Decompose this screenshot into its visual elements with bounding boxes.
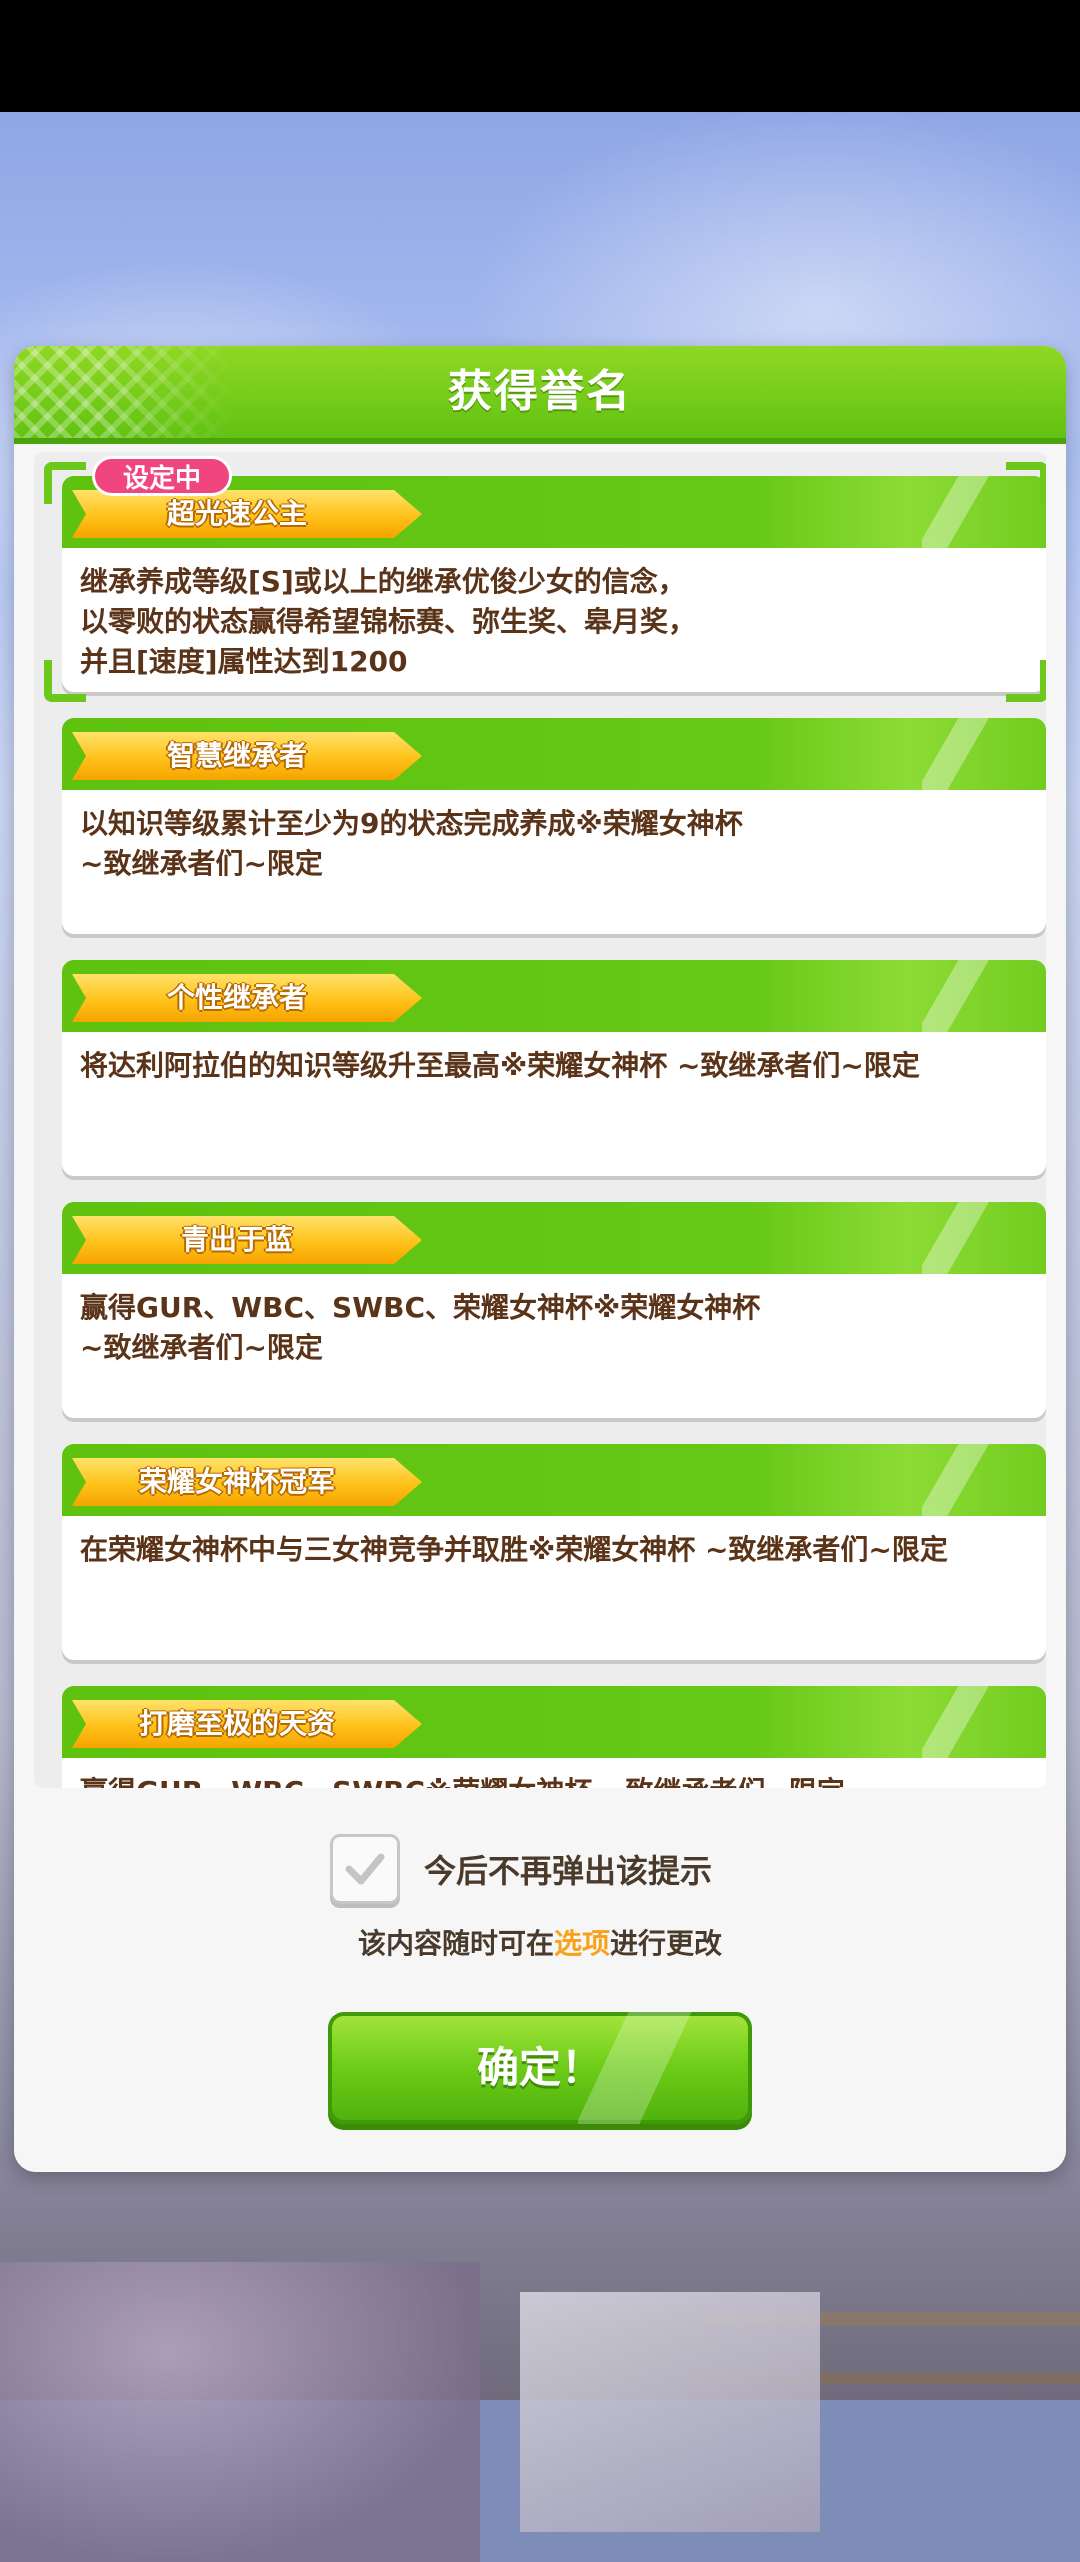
title-description: 将达利阿拉伯的知识等级升至最高※荣耀女神杯 ~致继承者们~限定 bbox=[80, 1049, 920, 1082]
title-description: 在荣耀女神杯中与三女神竞争并取胜※荣耀女神杯 ~致继承者们~限定 bbox=[80, 1533, 948, 1566]
settings-hint: 该内容随时可在选项进行更改 bbox=[14, 1922, 1066, 1962]
dont-show-again-row[interactable]: 今后不再弹出该提示 bbox=[330, 1832, 712, 1906]
title-list[interactable]: 超光速公主 继承养成等级[S]或以上的继承优俊少女的信念， 以零败的状态赢得希望… bbox=[34, 452, 1046, 1788]
status-bar bbox=[0, 0, 1080, 112]
title-name: 青出于蓝 bbox=[180, 1223, 293, 1256]
title-card[interactable]: 智慧继承者 以知识等级累计至少为9的状态完成养成※荣耀女神杯 ~致继承者们~限定 bbox=[62, 718, 1046, 934]
title-acquired-dialog: 获得誉名 超光速公主 继承养成等级[S]或以上的继承优俊少女的信念， 以零败的状… bbox=[14, 346, 1066, 2172]
title-name: 智慧继承者 bbox=[166, 739, 307, 772]
title-name-ribbon: 青出于蓝 bbox=[72, 1216, 422, 1264]
title-card-selected[interactable]: 超光速公主 继承养成等级[S]或以上的继承优俊少女的信念， 以零败的状态赢得希望… bbox=[62, 476, 1046, 692]
title-card[interactable]: 个性继承者 将达利阿拉伯的知识等级升至最高※荣耀女神杯 ~致继承者们~限定 bbox=[62, 960, 1046, 1176]
hint-prefix: 该内容随时可在 bbox=[357, 1927, 554, 1960]
title-card[interactable]: 荣耀女神杯冠军 在荣耀女神杯中与三女神竞争并取胜※荣耀女神杯 ~致继承者们~限定 bbox=[62, 1444, 1046, 1660]
title-description: 继承养成等级[S]或以上的继承优俊少女的信念， 以零败的状态赢得希望锦标赛、弥生… bbox=[80, 565, 697, 678]
title-card[interactable]: 打磨至极的天资 赢得GUR、WBC、SWBC※荣耀女神杯 ~致继承者们~限定 bbox=[62, 1686, 1046, 1788]
title-name: 打磨至极的天资 bbox=[138, 1707, 335, 1740]
check-icon bbox=[345, 1853, 385, 1885]
dont-show-again-checkbox[interactable] bbox=[330, 1834, 400, 1904]
title-description: 以知识等级累计至少为9的状态完成养成※荣耀女神杯 ~致继承者们~限定 bbox=[80, 807, 743, 880]
title-name-ribbon: 荣耀女神杯冠军 bbox=[72, 1458, 422, 1506]
header-divider bbox=[14, 438, 1066, 444]
options-link[interactable]: 选项 bbox=[554, 1927, 610, 1960]
title-description: 赢得GUR、WBC、SWBC※荣耀女神杯 ~致继承者们~限定 bbox=[80, 1772, 1030, 1788]
title-name-ribbon: 超光速公主 bbox=[72, 490, 422, 538]
background-character-skirt bbox=[520, 2292, 820, 2532]
title-name-ribbon: 打磨至极的天资 bbox=[72, 1700, 422, 1748]
dialog-header: 获得誉名 bbox=[14, 346, 1066, 438]
confirm-button[interactable]: 确定！ bbox=[328, 2012, 752, 2124]
title-name: 个性继承者 bbox=[166, 981, 307, 1014]
title-name: 荣耀女神杯冠军 bbox=[138, 1465, 335, 1498]
title-name: 超光速公主 bbox=[166, 497, 307, 530]
title-name-ribbon: 智慧继承者 bbox=[72, 732, 422, 780]
title-card[interactable]: 青出于蓝 赢得GUR、WBC、SWBC、荣耀女神杯※荣耀女神杯 ~致继承者们~限… bbox=[62, 1202, 1046, 1418]
title-description: 赢得GUR、WBC、SWBC、荣耀女神杯※荣耀女神杯 ~致继承者们~限定 bbox=[80, 1291, 761, 1364]
title-name-ribbon: 个性继承者 bbox=[72, 974, 422, 1022]
dialog-title: 获得誉名 bbox=[448, 366, 632, 417]
confirm-button-label: 确定！ bbox=[476, 2043, 603, 2092]
hint-suffix: 进行更改 bbox=[610, 1927, 723, 1960]
background-character-dress bbox=[0, 2262, 480, 2562]
dont-show-again-label[interactable]: 今后不再弹出该提示 bbox=[424, 1846, 712, 1892]
current-setting-badge: 设定中 bbox=[92, 456, 232, 496]
